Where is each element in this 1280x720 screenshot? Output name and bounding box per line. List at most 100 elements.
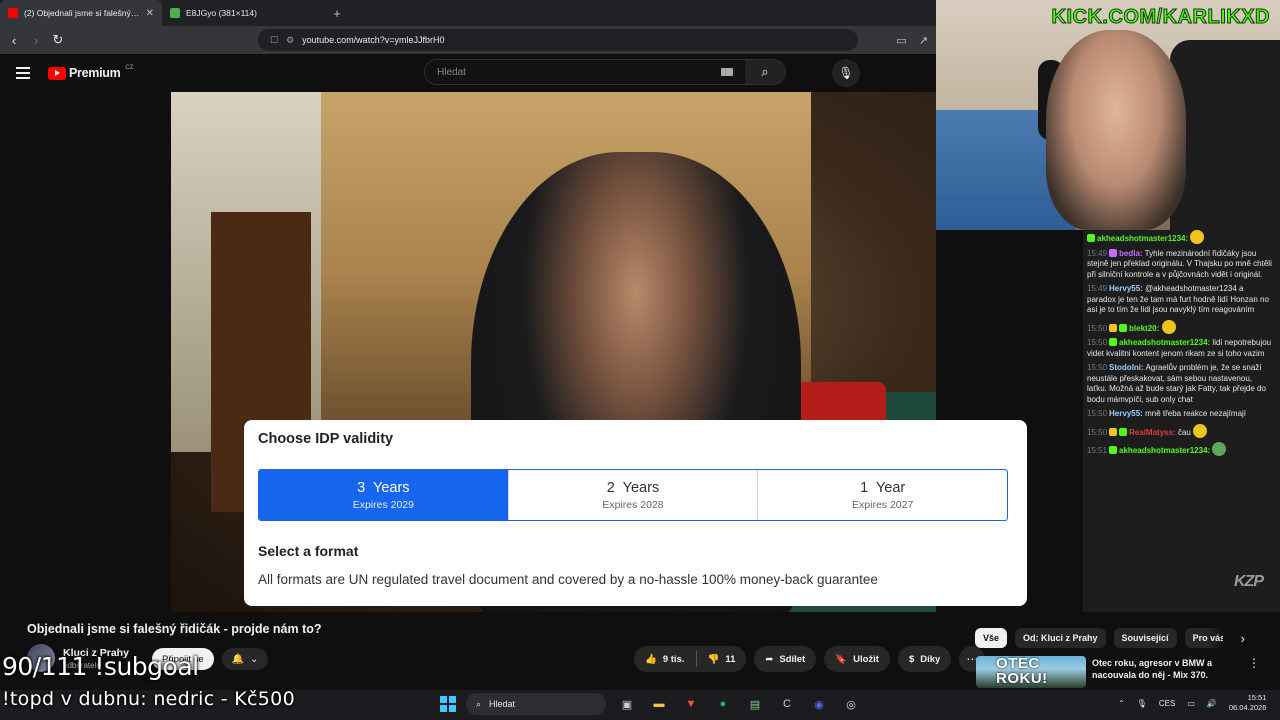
obs-icon[interactable]: ◎ [840, 693, 862, 715]
tab-image[interactable]: E8JGyo (381×114) [162, 0, 324, 26]
back-icon[interactable]: ‹ [8, 33, 20, 48]
dialog-heading: Choose IDP validity [258, 431, 394, 447]
bell-icon: 🔔 [231, 653, 245, 665]
image-favicon-icon [170, 8, 180, 18]
streamer-webcam: KICK.COM/KARLIKXD [936, 0, 1280, 230]
recommended-video[interactable]: OTEC ROKU! Otec roku, agresor v BMW a na… [976, 656, 1276, 688]
thanks-button[interactable]: $ Díky [897, 646, 952, 672]
chat-message: 15:51 akheadshotmaster1234: [1083, 440, 1280, 459]
share-icon: ➦ [765, 653, 774, 665]
volume-icon[interactable]: 🔊 [1207, 699, 1217, 708]
language-indicator[interactable]: CES [1159, 699, 1175, 708]
option-expiry: Expires 2029 [352, 498, 414, 511]
chevron-right-icon[interactable]: › [1241, 631, 1245, 646]
kick-handle: KICK.COM/KARLIKXD [1051, 6, 1270, 29]
chip-all[interactable]: Vše [975, 628, 1008, 648]
tab-title: E8JGyo (381×114) [186, 8, 257, 18]
clock-date: 06.04.2026 [1228, 703, 1267, 712]
option-label: 2 Years [606, 479, 660, 496]
chat-message: 15:49 bedla: Tyhle mezinárodní řidičáky j… [1087, 248, 1272, 279]
browser-toolbar: ‹ › ↻ ☐ ⚙ youtube.com/watch?v=ymleJJfbrH… [0, 26, 936, 54]
emote-icon [1193, 423, 1208, 438]
taskbar-search[interactable]: ⌕ Hledat [466, 693, 606, 715]
search-button[interactable]: ⌕ [745, 60, 785, 84]
save-label: Uložit [853, 653, 879, 665]
ccleaner-icon[interactable]: C [776, 693, 798, 715]
voice-search-button[interactable]: 🎙 [832, 59, 860, 87]
spotify-icon[interactable]: ● [712, 693, 734, 715]
stream-chat: akheadshotmaster1234: 15:49 bedla: Tyhle … [1083, 228, 1280, 612]
search-box: Hledat ⌕ [424, 59, 786, 85]
chat-message: 15:50 blekt20: [1083, 318, 1280, 337]
chip-for-you[interactable]: Pro vás [1184, 628, 1223, 648]
save-button[interactable]: 🔖 Uložit [824, 646, 890, 672]
recommended-thumbnail[interactable]: OTEC ROKU! [976, 656, 1086, 688]
forward-icon[interactable]: › [30, 33, 42, 48]
option-expiry: Expires 2027 [852, 498, 914, 511]
address-bar[interactable]: ☐ ⚙ youtube.com/watch?v=ymleJJfbrH0 [258, 29, 858, 51]
chat-message: 15:50 Hervy55: mně třeba reakce nezajímaj… [1087, 409, 1247, 418]
subscription-bell-button[interactable]: 🔔 ⌄ [222, 648, 268, 670]
thumbnail-text: OTEC ROKU! [996, 656, 1048, 687]
task-view-icon[interactable]: ▣ [616, 693, 638, 715]
site-info-icon[interactable]: ⚙ [286, 35, 294, 46]
brave-browser-icon[interactable]: ▼ [680, 693, 702, 715]
chevron-up-icon[interactable]: ⌃ [1118, 699, 1125, 708]
country-code: CZ [125, 65, 134, 71]
tab-title: (2) Objednali jsme si falešný řidič [24, 8, 140, 18]
video-actions: 👍 9 tis. 👎 11 ➦ Sdílet 🔖 Uložit $ Díky ⋯ [634, 646, 986, 672]
reload-icon[interactable]: ↻ [52, 32, 64, 48]
youtube-logo[interactable]: Premium CZ [48, 65, 134, 80]
format-heading: Select a format [258, 543, 359, 559]
notepad-icon[interactable]: ▤ [744, 693, 766, 715]
dislike-count: 11 [725, 653, 736, 665]
search-icon: ⌕ [476, 698, 482, 709]
start-icon[interactable] [440, 696, 456, 712]
microphone-icon: 🎙 [838, 66, 854, 80]
chip-related[interactable]: Související [1113, 628, 1177, 648]
clock[interactable]: 15:51 06.04.2026 [1229, 693, 1267, 713]
recommendation-chips: Vše Od: Kluci z Prahy Související Pro vá… [975, 628, 1245, 648]
like-button[interactable]: 👍 9 tis. [634, 646, 696, 672]
tab-youtube[interactable]: (2) Objednali jsme si falešný řidič ✕ [0, 0, 162, 26]
webcam-streamer [1046, 30, 1186, 230]
youtube-play-icon [48, 66, 66, 80]
option-2-years[interactable]: 2 Years Expires 2028 [509, 470, 759, 520]
like-dislike-group: 👍 9 tis. 👎 11 [634, 646, 747, 672]
share-button[interactable]: ➦ Sdílet [754, 646, 817, 672]
url-text: youtube.com/watch?v=ymleJJfbrH0 [302, 35, 445, 45]
keyboard-icon[interactable] [721, 68, 733, 76]
close-tab-icon[interactable]: ✕ [146, 8, 154, 19]
kzp-watermark: KZP [1234, 573, 1264, 590]
dislike-button[interactable]: 👎 11 [697, 646, 747, 672]
emote-icon [1190, 230, 1205, 244]
top-donation-overlay: !topd v dubnu: nedric - Kč500 [2, 688, 295, 710]
format-description: All formats are UN regulated travel docu… [258, 572, 878, 587]
menu-icon[interactable] [16, 67, 30, 79]
chat-message: 15:50 Stodolni: Agraelův problém je, že s… [1087, 363, 1266, 404]
logo-text: Premium [69, 66, 121, 80]
thumbs-up-icon: 👍 [645, 653, 657, 665]
option-expiry: Expires 2028 [602, 498, 664, 511]
discord-icon[interactable]: ◉ [808, 693, 830, 715]
bookmark-icon[interactable]: ☐ [270, 35, 278, 46]
chip-from-channel[interactable]: Od: Kluci z Prahy [1015, 628, 1106, 648]
clock-time: 15:51 [1247, 693, 1267, 702]
share-page-icon[interactable]: ↗ [919, 34, 928, 47]
subgoal-overlay: 90/111 !subgoal [2, 652, 199, 681]
youtube-favicon-icon [8, 8, 18, 18]
file-explorer-icon[interactable]: ▬ [648, 693, 670, 715]
system-tray: ⌃ 🎙 CES ▭ 🔊 15:51 06.04.2026 [1118, 693, 1266, 713]
option-3-years[interactable]: 3 Years Expires 2029 [259, 470, 509, 520]
screen: (2) Objednali jsme si falešný řidič ✕ E8… [0, 0, 1280, 720]
option-label: 3 Years [357, 479, 410, 496]
recommended-title[interactable]: Otec roku, agresor v BMW a nacouvala do … [1092, 657, 1242, 688]
option-1-year[interactable]: 1 Year Expires 2027 [758, 470, 1007, 520]
cast-icon[interactable]: ▭ [896, 34, 906, 47]
new-tab-button[interactable]: + [324, 0, 350, 26]
microphone-tray-icon[interactable]: 🎙 [1137, 699, 1147, 708]
network-icon[interactable]: ▭ [1187, 699, 1195, 708]
search-input[interactable]: Hledat [425, 67, 721, 78]
chevron-down-icon: ⌄ [250, 653, 259, 665]
kebab-menu-icon[interactable]: ⋮ [1248, 656, 1260, 688]
